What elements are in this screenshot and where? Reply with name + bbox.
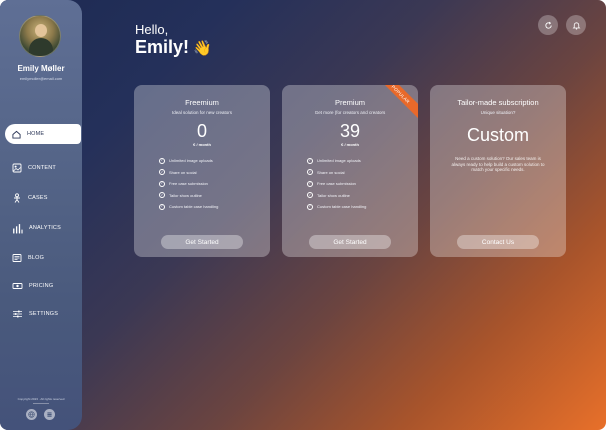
feature-item: ✓ Tailor show outline <box>307 190 407 202</box>
feature-label: Tailor show outline <box>317 192 350 198</box>
avatar-body <box>29 38 53 56</box>
plan-price: 0 <box>196 121 207 141</box>
sidebar: Emily Møller emilymoller@email.com HOME … <box>0 0 82 430</box>
waving-hand-icon: 👋 <box>193 39 212 57</box>
sidebar-item-analytics[interactable]: ANALYTICS <box>9 218 81 238</box>
feature-item: ✓ Share on social <box>159 167 259 179</box>
sidebar-item-cases[interactable]: CASES <box>9 188 81 208</box>
feature-item: ✓ Custom table case handling <box>307 201 407 213</box>
sidebar-item-label: CASES <box>28 195 48 201</box>
plan-card-premium: POPULAR Premium Get more (for creators a… <box>282 85 418 257</box>
plan-card-custom: Tailor-made subscription Unique situatio… <box>430 85 566 257</box>
app-window: Emily Møller emilymoller@email.com HOME … <box>0 0 606 430</box>
sidebar-item-label: BLOG <box>28 255 45 261</box>
feature-label: Share on social <box>317 169 345 175</box>
get-started-button[interactable]: Get Started <box>309 235 391 249</box>
contact-us-button[interactable]: Contact Us <box>457 235 539 249</box>
avatar[interactable] <box>19 15 61 57</box>
user-email: emilymoller@email.com <box>19 76 63 81</box>
refresh-icon <box>544 21 552 29</box>
copyright-text: Copyright 2023 · All rights reserved <box>17 397 65 401</box>
check-circle-icon: ✓ <box>307 157 313 164</box>
home-icon <box>12 130 21 139</box>
money-icon <box>12 283 23 289</box>
sliders-icon <box>13 310 22 318</box>
feature-label: Tailor show outline <box>169 192 202 198</box>
feature-label: Free case submission <box>317 181 356 187</box>
plan-price: Custom <box>466 125 529 145</box>
plan-title: Freemium <box>185 98 219 107</box>
notifications-button[interactable] <box>566 15 586 35</box>
bell-icon <box>572 21 580 30</box>
globe-icon <box>28 411 35 418</box>
sidebar-item-content[interactable]: CONTENT <box>9 158 81 178</box>
feature-list: ✓ Unlimited image uploads ✓ Share on socia… <box>159 155 259 213</box>
greeting-user-name: Emily! <box>135 37 190 57</box>
plan-title: Tailor-made subscription <box>457 98 539 107</box>
sidebar-item-label: PRICING <box>29 283 54 289</box>
feature-item: ✓ Unlimited image uploads <box>307 155 407 167</box>
refresh-button[interactable] <box>538 15 558 35</box>
feature-item: ✓ Custom table case handling <box>159 201 259 213</box>
check-circle-icon: ✓ <box>307 203 313 210</box>
feature-item: ✓ Share on social <box>307 167 407 179</box>
stack-icon <box>47 412 52 417</box>
check-circle-icon: ✓ <box>159 203 165 210</box>
greeting-hello: Hello, <box>135 22 169 37</box>
plan-subtitle: Get more (for creators and creators <box>314 110 386 115</box>
image-icon <box>12 163 22 173</box>
newspaper-icon <box>12 254 22 262</box>
check-circle-icon: ✓ <box>159 157 165 164</box>
plan-period: € / month <box>341 142 359 147</box>
sidebar-item-settings[interactable]: SETTINGS <box>9 304 81 324</box>
plan-period: € / month <box>193 142 211 147</box>
feature-item: ✓ Free case submission <box>307 178 407 190</box>
plan-card-freemium: Freemium Ideal solution for new creators… <box>134 85 270 257</box>
feature-label: Custom table case handling <box>169 204 219 210</box>
sidebar-item-label: CONTENT <box>28 165 56 171</box>
bar-chart-icon <box>13 223 23 233</box>
feature-label: Free case submission <box>169 181 208 187</box>
greeting-name: Emily! 👋 <box>135 37 212 58</box>
plan-description: Need a custom solution? Our sales team i… <box>451 156 545 172</box>
feature-label: Share on social <box>169 169 197 175</box>
plan-title: Premium <box>334 98 365 107</box>
user-name: Emily Møller <box>17 64 65 73</box>
sidebar-item-home[interactable]: HOME <box>5 124 81 144</box>
feature-label: Custom table case handling <box>317 204 367 210</box>
avatar-head <box>35 24 47 37</box>
check-circle-icon: ✓ <box>159 180 165 187</box>
check-circle-icon: ✓ <box>307 180 313 187</box>
sidebar-item-label: SETTINGS <box>29 311 59 317</box>
stack-social-button[interactable] <box>44 409 55 420</box>
person-icon <box>14 193 20 203</box>
feature-list: ✓ Unlimited image uploads ✓ Share on socia… <box>307 155 407 213</box>
plan-subtitle: Ideal solution for new creators <box>171 110 233 115</box>
sidebar-item-label: HOME <box>27 131 45 137</box>
sidebar-item-blog[interactable]: BLOG <box>9 248 81 268</box>
plan-subtitle: Unique situation? <box>480 110 516 115</box>
feature-item: ✓ Unlimited image uploads <box>159 155 259 167</box>
plan-price: 39 <box>339 121 361 141</box>
feature-label: Unlimited image uploads <box>169 158 213 164</box>
check-circle-icon: ✓ <box>159 169 165 176</box>
check-circle-icon: ✓ <box>307 169 313 176</box>
check-circle-icon: ✓ <box>307 192 313 199</box>
feature-item: ✓ Free case submission <box>159 178 259 190</box>
footer-divider <box>33 403 49 404</box>
feature-label: Unlimited image uploads <box>317 158 361 164</box>
globe-social-button[interactable] <box>26 409 37 420</box>
sidebar-item-label: ANALYTICS <box>29 225 61 231</box>
feature-item: ✓ Tailor show outline <box>159 190 259 202</box>
sidebar-item-pricing[interactable]: PRICING <box>9 276 81 296</box>
check-circle-icon: ✓ <box>159 192 165 199</box>
get-started-button[interactable]: Get Started <box>161 235 243 249</box>
